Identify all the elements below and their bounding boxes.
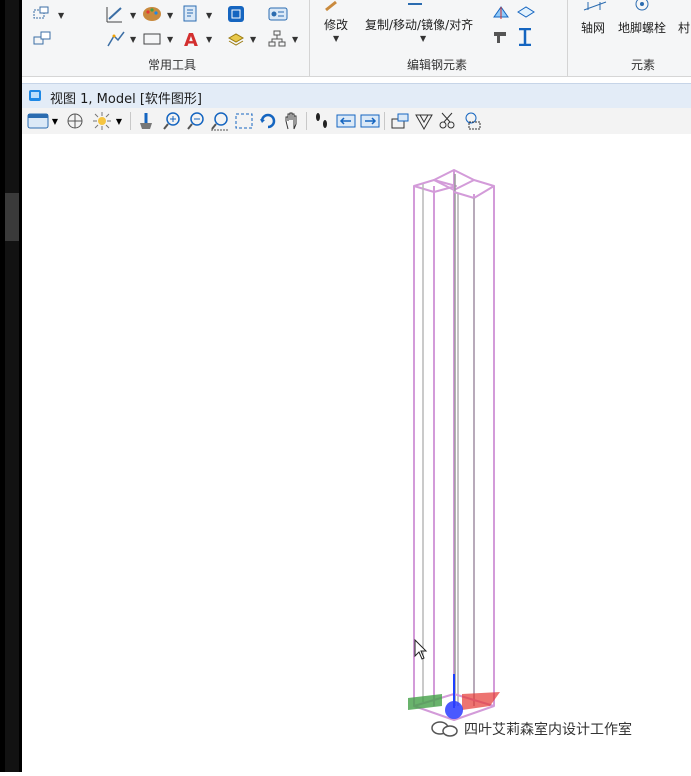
- toolbar-separator: [130, 112, 131, 130]
- light-icon[interactable]: [92, 111, 112, 131]
- chevron-down-icon[interactable]: ▼: [206, 11, 212, 20]
- model-drawing: [408, 169, 500, 721]
- view-region-icon[interactable]: [462, 111, 482, 131]
- copy-move-button-label[interactable]: 复制/移动/镜像/对齐: [365, 16, 473, 33]
- polyline-icon[interactable]: [106, 30, 126, 48]
- rectangle-icon[interactable]: [142, 31, 162, 47]
- column-edge-right: [457, 194, 475, 706]
- cursor-icon: [414, 638, 428, 660]
- chevron-down-icon[interactable]: ▼: [420, 34, 426, 43]
- model-viewport[interactable]: [22, 134, 691, 772]
- cube-icon[interactable]: [227, 5, 245, 23]
- group-label-common-tools: 常用工具: [147, 58, 196, 72]
- view-toolbar: ▼ ▼: [22, 108, 691, 134]
- brush-icon[interactable]: [136, 111, 156, 131]
- zoom-in-icon[interactable]: [162, 111, 182, 131]
- i-beam-icon[interactable]: [518, 28, 532, 46]
- chevron-down-icon[interactable]: ▼: [167, 35, 173, 44]
- group-label-edit-steel: 编辑钢元素: [406, 58, 467, 72]
- layers-icon[interactable]: [227, 30, 245, 48]
- modify-icon[interactable]: [322, 0, 342, 12]
- split-icon[interactable]: [492, 5, 510, 21]
- walk-icon[interactable]: [312, 111, 332, 131]
- view-properties-icon[interactable]: [26, 111, 50, 131]
- toolbar-separator: [306, 112, 307, 130]
- anchor-bolt-icon[interactable]: [632, 0, 652, 14]
- hierarchy-icon[interactable]: [268, 30, 286, 48]
- ribbon: ▼ ▼ ▼ ▼ ▼ ▼ A ▼ ▼ ▼ 常用工具 修改 ▼ 复制/移动/镜像/对…: [22, 0, 691, 77]
- weld-gun-icon[interactable]: [492, 28, 510, 46]
- chevron-down-icon[interactable]: ▼: [167, 11, 173, 20]
- copy-move-icon[interactable]: [406, 0, 424, 8]
- anchor-bolt-button-label[interactable]: 地脚螺栓: [618, 19, 666, 36]
- pan-hand-icon[interactable]: [282, 111, 302, 131]
- fit-icon[interactable]: [516, 5, 536, 19]
- chevron-down-icon[interactable]: ▼: [206, 35, 212, 44]
- grid-icon[interactable]: [582, 0, 608, 12]
- group-icon[interactable]: [32, 30, 54, 48]
- zoom-window-icon[interactable]: [210, 111, 230, 131]
- svg-text:A: A: [184, 30, 198, 49]
- chevron-down-icon[interactable]: ▼: [250, 35, 256, 44]
- chevron-down-icon[interactable]: ▼: [130, 35, 136, 44]
- scissors-icon[interactable]: [438, 111, 458, 131]
- chevron-down-icon[interactable]: ▼: [333, 34, 339, 43]
- chevron-down-icon[interactable]: ▼: [50, 111, 60, 131]
- selection-icon[interactable]: [32, 6, 54, 24]
- left-scroll-thumb[interactable]: [5, 193, 19, 241]
- view-icon: [29, 90, 41, 101]
- chevron-down-icon[interactable]: ▼: [58, 11, 64, 20]
- view-title-bar: 视图 1, Model [软件图形]: [22, 83, 691, 109]
- toolbar-separator: [384, 112, 385, 130]
- clip-plane-icon[interactable]: [414, 111, 434, 131]
- view-title: 视图 1, Model [软件图形]: [50, 92, 202, 107]
- fit-all-icon[interactable]: [234, 111, 254, 131]
- document-icon[interactable]: [182, 5, 198, 23]
- left-dark-strip: [0, 0, 22, 772]
- text-tool-icon[interactable]: A: [182, 29, 200, 49]
- next-view-icon[interactable]: [360, 111, 380, 131]
- column-outline-center: [433, 169, 475, 706]
- watermark-text: 四叶艾莉森室内设计工作室: [464, 722, 632, 738]
- chevron-down-icon[interactable]: ▼: [114, 111, 124, 131]
- grid-button-label[interactable]: 轴网: [581, 19, 605, 36]
- render-options-icon[interactable]: [66, 111, 86, 131]
- wechat-icon: [431, 721, 458, 737]
- chevron-down-icon[interactable]: ▼: [292, 35, 298, 44]
- group-label-elements: 元素: [630, 58, 655, 72]
- previous-view-icon[interactable]: [336, 111, 356, 131]
- group-separator: [567, 0, 568, 76]
- axis-gizmo: [408, 674, 500, 719]
- column-outline-left: [413, 179, 457, 706]
- modify-button-label[interactable]: 修改: [324, 16, 348, 33]
- work-plane-icon[interactable]: [390, 111, 410, 131]
- axis-origin: [445, 701, 463, 719]
- more-button-label[interactable]: 村: [678, 19, 690, 36]
- watermark: 四叶艾莉森室内设计工作室: [430, 719, 632, 739]
- left-panel-edge: [5, 0, 19, 772]
- zoom-out-icon[interactable]: [186, 111, 206, 131]
- palette-icon[interactable]: [142, 5, 162, 23]
- line-tool-icon[interactable]: [104, 4, 126, 24]
- group-separator: [309, 0, 310, 76]
- chevron-down-icon[interactable]: ▼: [130, 11, 136, 20]
- properties-icon[interactable]: [268, 6, 288, 22]
- rotate-view-icon[interactable]: [258, 111, 278, 131]
